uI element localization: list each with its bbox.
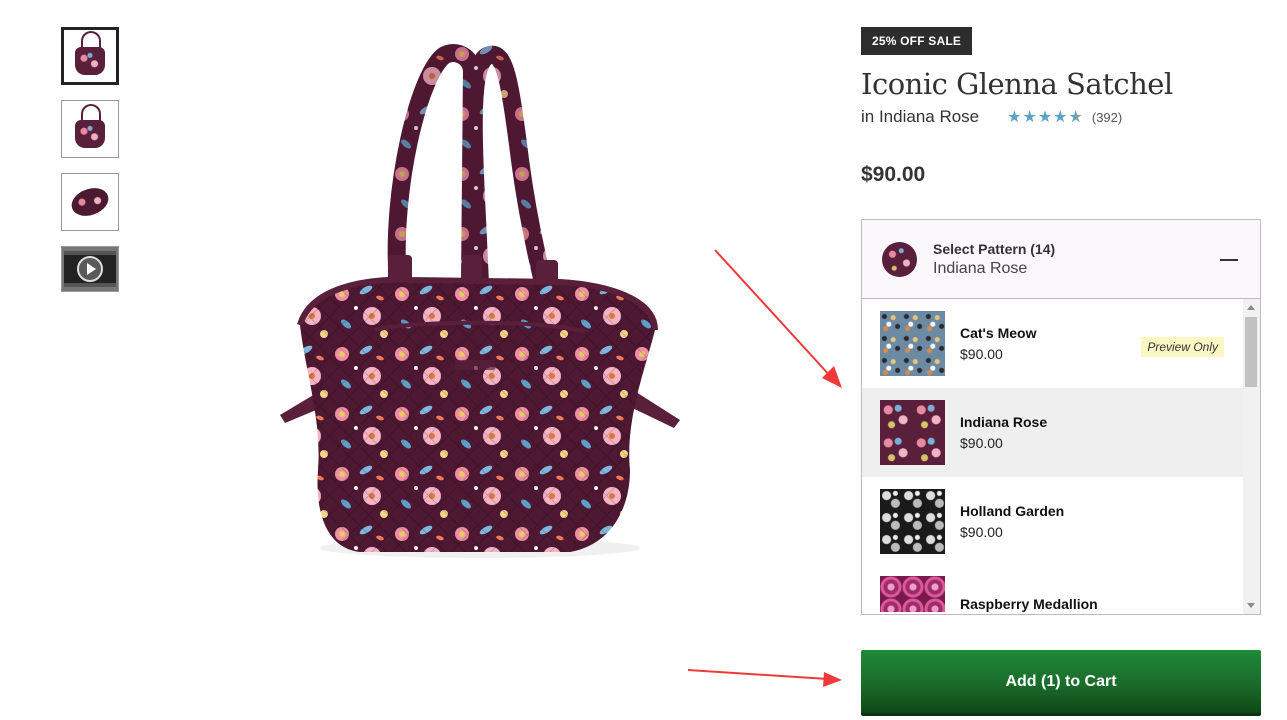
sale-badge: 25% OFF SALE [861,27,973,55]
pattern-list: Cat's Meow $90.00 Preview Only Indiana R… [862,299,1260,614]
collapse-minus-icon[interactable] [1220,259,1238,261]
selected-pattern-name: Indiana Rose [933,259,1028,277]
thumbnail-video[interactable] [61,246,119,292]
scroll-up-icon[interactable] [1247,305,1255,310]
star-icon: ★ [1007,109,1022,126]
pattern-item-indiana-rose[interactable]: Indiana Rose $90.00 [862,388,1244,477]
pattern-item-price: $90.00 [960,346,1003,362]
product-price: $90.00 [861,163,926,186]
pattern-item-info: Holland Garden $90.00 [960,503,1064,540]
product-color-name: in Indiana Rose [861,107,980,126]
scroll-thumb[interactable] [1245,317,1257,387]
thumbnail-back[interactable] [61,100,119,158]
pattern-item-raspberry-medallion[interactable]: Raspberry Medallion [862,566,1244,614]
bag-interior-thumbnail-image [67,183,113,221]
thumbnail-list [61,27,119,307]
play-icon [77,256,103,282]
pattern-item-info: Raspberry Medallion [960,596,1098,612]
pattern-item-price: $90.00 [960,435,1003,451]
scroll-down-icon[interactable] [1247,603,1255,608]
thumbnail-front[interactable] [61,27,119,85]
annotation-arrow-head [823,672,842,687]
product-details: 25% OFF SALE Iconic Glenna Satchel in In… [861,27,1261,615]
star-rating[interactable]: ★ ★ ★ ★ ★ [1007,107,1084,127]
thumbnail-interior[interactable] [61,173,119,231]
product-page: 25% OFF SALE Iconic Glenna Satchel in In… [0,0,1287,720]
pattern-item-name: Raspberry Medallion [960,596,1098,612]
video-screen [64,251,116,287]
annotation-arrow-line [714,249,833,379]
pattern-swatch [880,311,945,376]
pattern-list-scrollbar[interactable] [1243,299,1260,614]
selected-pattern-swatch [882,241,917,277]
pattern-item-holland-garden[interactable]: Holland Garden $90.00 [862,477,1244,566]
bag-thumbnail-image [75,104,105,148]
star-icon: ★ [1068,109,1083,126]
pattern-item-name: Cat's Meow [960,325,1037,341]
annotation-arrow-head [822,366,842,388]
pattern-item-info: Indiana Rose $90.00 [960,414,1047,451]
review-count-link[interactable]: (392) [1092,110,1122,125]
select-pattern-label: Select Pattern (14) [933,240,1056,257]
preview-only-tag: Preview Only [1141,337,1224,357]
star-icon: ★ [1022,109,1037,126]
pattern-selector: Select Pattern (14) Indiana Rose Cat's M… [861,219,1261,615]
pattern-swatch [880,576,945,612]
pattern-item-name: Indiana Rose [960,414,1048,430]
annotation-arrow-line [687,669,829,680]
pattern-item-cats-meow[interactable]: Cat's Meow $90.00 Preview Only [862,299,1244,388]
product-title: Iconic Glenna Satchel [861,67,1173,101]
add-to-cart-button[interactable]: Add (1) to Cart [861,650,1261,716]
pattern-swatch [880,400,945,465]
star-icon: ★ [1037,109,1053,126]
pattern-selector-header[interactable]: Select Pattern (14) Indiana Rose [862,220,1260,299]
pattern-item-info: Cat's Meow $90.00 [960,325,1036,362]
pattern-swatch [880,489,945,554]
main-product-image [280,44,680,558]
pattern-item-price: $90.00 [960,524,1003,540]
product-subline: in Indiana Rose ★ ★ ★ ★ ★ (392) [861,107,1261,127]
pattern-item-name: Holland Garden [960,503,1065,519]
bag-thumbnail-image [75,31,105,75]
pattern-header-text: Select Pattern (14) Indiana Rose [933,241,1055,278]
star-icon: ★ [1053,109,1068,126]
